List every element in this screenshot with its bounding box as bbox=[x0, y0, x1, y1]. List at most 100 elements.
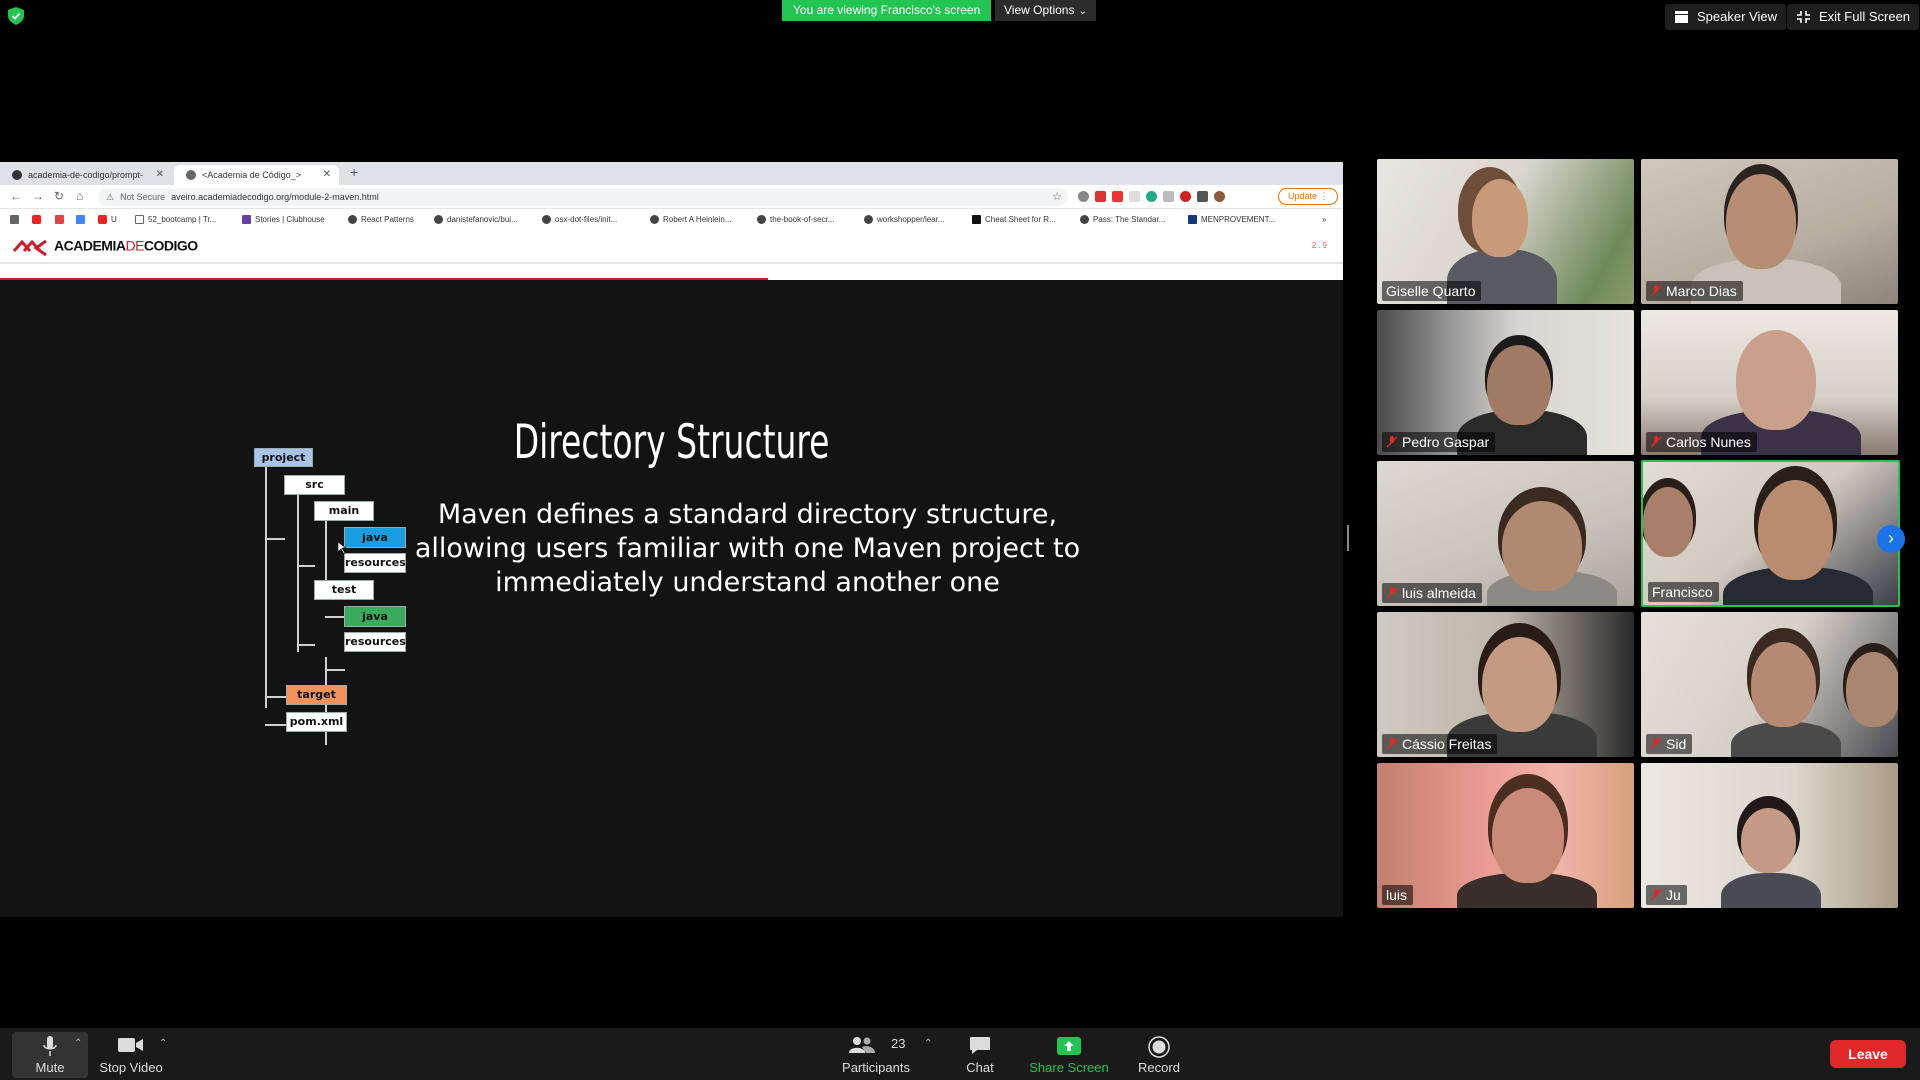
close-tab-icon[interactable]: ✕ bbox=[156, 165, 164, 185]
share-screen-label: Share Screen bbox=[1029, 1060, 1109, 1075]
extension-icon[interactable] bbox=[1163, 191, 1174, 202]
tree-node-pom: pom.xml bbox=[286, 712, 347, 732]
participant-name: Giselle Quarto bbox=[1386, 283, 1476, 299]
muted-mic-icon bbox=[1386, 436, 1398, 448]
audio-options-chevron-icon[interactable]: ⌃ bbox=[74, 1038, 82, 1049]
gmail-icon[interactable] bbox=[55, 210, 68, 230]
share-screen-button[interactable]: Share Screen bbox=[1024, 1032, 1114, 1078]
close-tab-icon[interactable]: ✕ bbox=[323, 165, 331, 185]
participant-tile[interactable]: Carlos Nunes bbox=[1641, 310, 1898, 455]
stop-video-button[interactable]: Stop Video bbox=[96, 1032, 166, 1078]
home-icon[interactable]: ⌂ bbox=[76, 189, 83, 203]
video-options-chevron-icon[interactable]: ⌃ bbox=[159, 1038, 167, 1049]
more-bookmarks-icon[interactable]: » bbox=[1322, 210, 1326, 230]
puzzle-icon[interactable] bbox=[1197, 191, 1208, 202]
participants-button[interactable]: 23 Participants bbox=[836, 1032, 916, 1078]
zoom-window: You are viewing Francisco's screen View … bbox=[0, 0, 1920, 1080]
record-button[interactable]: Record bbox=[1134, 1032, 1184, 1078]
chat-label: Chat bbox=[966, 1060, 994, 1075]
bookmark-label: Pass: The Standar... bbox=[1093, 215, 1166, 224]
bookmark-item[interactable]: danistefanovic/bui... bbox=[434, 210, 518, 230]
bookmark-item[interactable]: 52_bootcamp | Tr... bbox=[135, 210, 216, 230]
bookmark-item[interactable]: Pass: The Standar... bbox=[1080, 210, 1165, 230]
bookmark-item[interactable]: U bbox=[98, 210, 117, 230]
muted-mic-icon bbox=[1650, 436, 1662, 448]
bookmark-item[interactable]: Cheat Sheet for R... bbox=[972, 210, 1056, 230]
extension-icon[interactable] bbox=[1129, 191, 1140, 202]
bookmark-label: React Patterns bbox=[361, 215, 414, 224]
tree-node-test: test bbox=[314, 580, 374, 600]
bookmark-item[interactable]: the-book-of-secr... bbox=[757, 210, 834, 230]
participant-tile[interactable]: Pedro Gaspar bbox=[1377, 310, 1634, 455]
logo-text-codigo: CODIGO bbox=[143, 237, 198, 254]
mute-label: Mute bbox=[35, 1060, 65, 1075]
bookmark-label: Stories | Clubhouse bbox=[255, 215, 325, 224]
microphone-icon bbox=[43, 1036, 57, 1056]
view-options-button[interactable]: View Options ⌄ bbox=[995, 0, 1096, 21]
extension-icon[interactable] bbox=[1078, 191, 1089, 202]
tree-node-main-java: java bbox=[344, 527, 406, 548]
participant-tile[interactable]: Cássio Freitas bbox=[1377, 612, 1634, 757]
participant-name: luis almeida bbox=[1402, 585, 1476, 601]
academia-logo[interactable]: ACADEMIADECODIGO bbox=[12, 237, 198, 257]
forward-icon[interactable]: → bbox=[32, 189, 44, 203]
back-icon[interactable]: ← bbox=[10, 189, 22, 203]
participant-tile[interactable]: Sid bbox=[1641, 612, 1898, 757]
mouse-cursor-icon bbox=[338, 542, 347, 554]
tree-node-src: src bbox=[284, 475, 345, 495]
youtube-icon[interactable] bbox=[32, 210, 45, 230]
panel-resize-handle[interactable] bbox=[1347, 525, 1349, 551]
bookmark-item[interactable]: MENPROVEMENT... bbox=[1188, 210, 1275, 230]
exit-full-screen-icon bbox=[1797, 11, 1810, 23]
participant-name-tag: Carlos Nunes bbox=[1646, 432, 1757, 452]
chat-button[interactable]: Chat bbox=[955, 1032, 1005, 1078]
extension-icon[interactable] bbox=[1180, 191, 1191, 202]
bookmarks-bar: U 52_bootcamp | Tr... Stories | Clubhous… bbox=[0, 210, 1343, 230]
participant-tile-active-speaker[interactable]: Francisco bbox=[1641, 460, 1900, 607]
bookmark-item[interactable]: osx-dot-files/init... bbox=[542, 210, 617, 230]
tree-node-test-resources: resources bbox=[344, 632, 406, 652]
extension-icon[interactable] bbox=[1095, 191, 1106, 202]
extension-icon[interactable] bbox=[1112, 191, 1123, 202]
participants-options-chevron-icon[interactable]: ⌃ bbox=[924, 1038, 932, 1049]
browser-tab-academia[interactable]: <Academia de Código_> ✕ bbox=[174, 165, 339, 185]
bookmark-item[interactable]: workshopper/lear... bbox=[864, 210, 945, 230]
bookmark-item[interactable]: Stories | Clubhouse bbox=[242, 210, 325, 230]
tree-node-project: project bbox=[254, 448, 313, 467]
speaker-view-label: Speaker View bbox=[1697, 9, 1777, 24]
participant-tile[interactable]: luis bbox=[1377, 763, 1634, 908]
shield-check-icon[interactable] bbox=[8, 7, 24, 25]
participant-name: Pedro Gaspar bbox=[1402, 434, 1490, 450]
exit-full-screen-button[interactable]: Exit Full Screen bbox=[1787, 4, 1920, 30]
participant-name: luis bbox=[1386, 887, 1408, 903]
new-tab-button[interactable]: + bbox=[350, 164, 358, 180]
participant-name-tag: Pedro Gaspar bbox=[1382, 432, 1496, 452]
next-page-arrow-icon[interactable]: › bbox=[1877, 525, 1905, 553]
bookmark-item[interactable]: React Patterns bbox=[348, 210, 414, 230]
participants-count: 23 bbox=[891, 1036, 906, 1051]
extension-icon[interactable] bbox=[1146, 191, 1157, 202]
participants-icon bbox=[848, 1037, 875, 1053]
presentation-slide: Directory Structure Maven defines a stan… bbox=[0, 280, 1343, 917]
participant-tile[interactable]: luis almeida bbox=[1377, 461, 1634, 606]
logo-mark-icon bbox=[12, 239, 47, 257]
participant-tile[interactable]: Marco Dias bbox=[1641, 159, 1898, 304]
browser-update-button[interactable]: Update ⋮ bbox=[1278, 188, 1338, 205]
bookmark-star-icon[interactable]: ☆ bbox=[1052, 188, 1062, 206]
participant-tile[interactable]: Ju bbox=[1641, 763, 1898, 908]
participant-tile[interactable]: Giselle Quarto bbox=[1377, 159, 1634, 304]
bookmark-label: Robert A Heinlein... bbox=[663, 215, 732, 224]
participant-name: Marco Dias bbox=[1666, 283, 1737, 299]
apps-icon[interactable] bbox=[10, 210, 23, 230]
reload-icon[interactable]: ↻ bbox=[54, 189, 64, 203]
url-text: aveiro.academiadecodigo.org/module-2-mav… bbox=[171, 192, 379, 202]
leave-meeting-button[interactable]: Leave bbox=[1830, 1040, 1906, 1068]
speaker-view-button[interactable]: Speaker View bbox=[1665, 4, 1786, 30]
url-input[interactable]: ⚠ Not Secure aveiro.academiadecodigo.org/m… bbox=[98, 188, 1068, 206]
bookmark-item[interactable]: Robert A Heinlein... bbox=[650, 210, 731, 230]
record-label: Record bbox=[1138, 1060, 1180, 1075]
browser-tab-github[interactable]: academia-de-codigo/prompt- ✕ bbox=[0, 165, 172, 185]
bookmark-label: Cheat Sheet for R... bbox=[985, 215, 1056, 224]
profile-avatar[interactable] bbox=[1214, 191, 1225, 202]
google-icon[interactable] bbox=[76, 210, 89, 230]
